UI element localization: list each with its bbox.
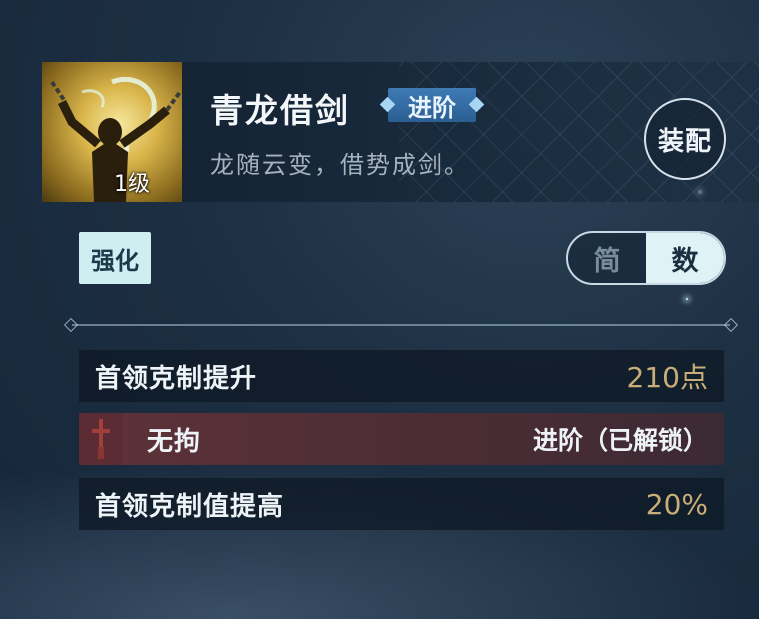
toggle-detail[interactable]: 数 [646,233,724,283]
stat-value: 210点 [626,361,708,394]
enhance-button[interactable]: 强化 [79,232,151,284]
skill-description: 龙随云变，借势成剑。 [210,151,470,179]
trait-status: 进阶（已解锁） [532,426,708,455]
stat-row: 首领克制提升 210点 [79,350,724,402]
stat-label: 首领克制提升 [95,363,258,394]
stat-value: 20% [645,487,708,521]
skill-name: 青龙借剑 [210,91,350,130]
sword-icon [79,413,123,465]
sparkle [686,298,688,300]
skill-level: 1级 [114,172,150,197]
trait-label: 无拘 [147,426,202,457]
divider [72,324,730,326]
stat-label: 首领克制值提高 [95,491,285,522]
unlocked-trait-row: 无拘 进阶（已解锁） [79,413,724,465]
tier-badge-label: 进阶 [408,93,456,122]
equip-button[interactable]: 装配 [644,98,726,180]
dragon-warrior-icon[interactable]: 1级 [42,62,182,202]
tier-badge: 进阶 [379,86,485,124]
view-toggle[interactable]: 简 数 [566,231,726,285]
stat-row: 首领克制值提高 20% [79,478,724,530]
toggle-simple[interactable]: 简 [568,233,646,283]
